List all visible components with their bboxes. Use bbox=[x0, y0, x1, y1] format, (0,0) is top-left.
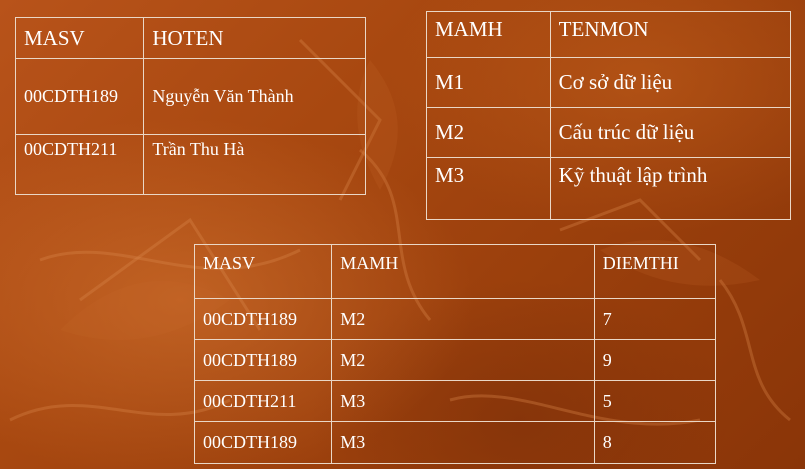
table-cell: M3 bbox=[331, 421, 595, 464]
table-cell: 7 bbox=[593, 298, 717, 340]
column-header: MASV bbox=[14, 17, 145, 59]
table-cell: 00CDTH189 bbox=[193, 421, 333, 464]
table-cell: M2 bbox=[331, 298, 595, 340]
table-cell: Nguyễn Văn Thành bbox=[143, 58, 366, 135]
column-header: HOTEN bbox=[143, 17, 366, 59]
table-cell: Cấu trúc dữ liệu bbox=[549, 107, 792, 158]
table-cell: 00CDTH189 bbox=[193, 298, 333, 340]
column-header: MAMH bbox=[331, 244, 595, 299]
table-row: 00CDTH211 M3 5 bbox=[193, 380, 717, 422]
column-header: MAMH bbox=[426, 11, 551, 58]
column-header: DIEMTHI bbox=[593, 244, 717, 299]
table-cell: M2 bbox=[331, 339, 595, 381]
table-cell: 00CDTH189 bbox=[14, 58, 145, 135]
table-header-row: MAMH TENMON bbox=[426, 11, 792, 58]
monhoc-table: MAMH TENMON M1 Cơ sở dữ liệu M2 Cấu trúc… bbox=[426, 11, 792, 220]
table-cell: Cơ sở dữ liệu bbox=[549, 57, 792, 108]
table-cell: Trần Thu Hà bbox=[143, 134, 366, 195]
table-row: 00CDTH189 M2 7 bbox=[193, 298, 717, 340]
table-cell: M2 bbox=[426, 107, 551, 158]
table-cell: M3 bbox=[426, 157, 551, 220]
column-header: MASV bbox=[193, 244, 333, 299]
column-header: TENMON bbox=[549, 11, 792, 58]
table-cell: 9 bbox=[593, 339, 717, 381]
table-header-row: MASV HOTEN bbox=[14, 17, 366, 59]
table-row: M1 Cơ sở dữ liệu bbox=[426, 57, 792, 108]
table-cell: 8 bbox=[593, 421, 717, 464]
table-cell: Kỹ thuật lập trình bbox=[549, 157, 792, 220]
table-cell: 00CDTH211 bbox=[193, 380, 333, 422]
table-row: M3 Kỹ thuật lập trình bbox=[426, 157, 792, 220]
table-cell: 5 bbox=[593, 380, 717, 422]
table-cell: 00CDTH189 bbox=[193, 339, 333, 381]
table-cell: M3 bbox=[331, 380, 595, 422]
table-row: 00CDTH189 M3 8 bbox=[193, 421, 717, 464]
table-header-row: MASV MAMH DIEMTHI bbox=[193, 244, 717, 299]
table-row: 00CDTH189 M2 9 bbox=[193, 339, 717, 381]
table-cell: M1 bbox=[426, 57, 551, 108]
ketqua-table: MASV MAMH DIEMTHI 00CDTH189 M2 7 00CDTH1… bbox=[193, 244, 717, 464]
sinhvien-table: MASV HOTEN 00CDTH189 Nguyễn Văn Thành 00… bbox=[14, 17, 366, 195]
table-cell: 00CDTH211 bbox=[14, 134, 145, 195]
table-row: 00CDTH189 Nguyễn Văn Thành bbox=[14, 58, 366, 135]
table-row: 00CDTH211 Trần Thu Hà bbox=[14, 134, 366, 195]
table-row: M2 Cấu trúc dữ liệu bbox=[426, 107, 792, 158]
